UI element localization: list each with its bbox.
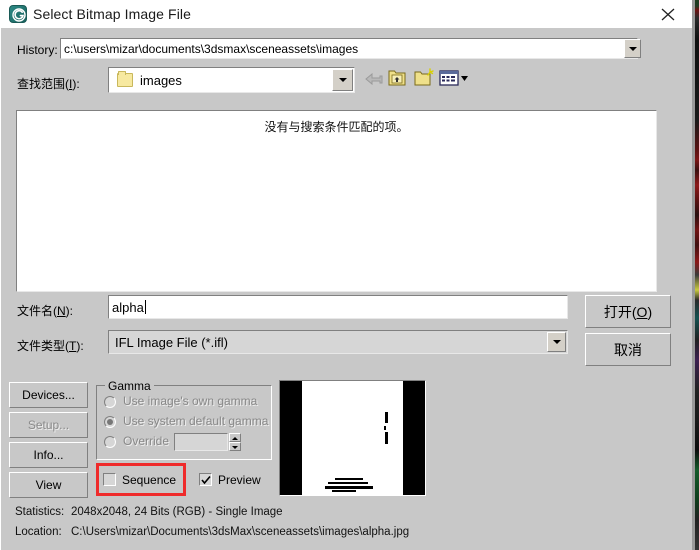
preview-mark: [385, 412, 388, 423]
file-list-view[interactable]: 没有与搜索条件匹配的项。: [16, 110, 657, 292]
history-dropdown-button[interactable]: [624, 39, 641, 58]
preview-mark: [332, 490, 356, 492]
preview-mark: [384, 426, 386, 430]
image-preview-thumbnail: [279, 380, 426, 496]
preview-mark: [328, 482, 368, 484]
background-app-edge: [692, 0, 695, 550]
background-app-sliver: [692, 0, 699, 550]
window-title: Select Bitmap Image File: [33, 6, 192, 22]
lookin-label: 查找范围(I):: [17, 75, 80, 92]
lookin-dropdown-button[interactable]: [332, 69, 353, 91]
gamma-group-title: Gamma: [105, 379, 154, 393]
spinner-up-icon[interactable]: [229, 433, 241, 442]
title-bar: Select Bitmap Image File: [1, 0, 693, 28]
preview-right-black-bar: [403, 381, 425, 495]
sequence-checkbox[interactable]: [103, 473, 116, 486]
history-combobox-value[interactable]: c:\users\mizar\documents\3dsmax\sceneass…: [60, 38, 638, 59]
select-bitmap-image-file-dialog: Select Bitmap Image File History: c:\use…: [0, 0, 693, 550]
3dsmax-app-icon: [9, 5, 27, 23]
filetype-dropdown-button[interactable]: [547, 332, 566, 352]
gamma-label-image-own: Use image's own gamma: [123, 394, 258, 408]
history-label: History:: [17, 43, 58, 57]
views-menu-icon[interactable]: [439, 68, 469, 90]
preview-mark: [335, 478, 363, 480]
cancel-button[interactable]: 取消: [585, 333, 671, 366]
filename-label: 文件名(N):: [17, 302, 73, 319]
setup-button: Setup...: [9, 412, 88, 438]
preview-mark: [385, 432, 388, 444]
location-status: Location: C:\Users\mizar\Documents\3dsMax…: [15, 526, 409, 538]
gamma-radio-system-default[interactable]: [104, 416, 116, 428]
view-button[interactable]: View: [9, 472, 88, 498]
filename-input[interactable]: alpha: [108, 295, 568, 319]
filetype-label: 文件类型(T):: [17, 337, 84, 354]
gamma-radio-override[interactable]: [104, 436, 116, 448]
lookin-label-prefix: 查找范围(: [17, 77, 69, 91]
text-caret: [144, 300, 146, 314]
filetype-combobox[interactable]: IFL Image File (*.ifl): [108, 330, 568, 354]
gamma-override-spinner[interactable]: [229, 433, 241, 451]
gamma-label-override: Override: [123, 434, 170, 448]
preview-left-black-bar: [280, 381, 302, 495]
empty-list-message: 没有与搜索条件匹配的项。: [264, 120, 409, 134]
preview-label: Preview: [218, 473, 261, 487]
gamma-label-system-default: Use system default gamma: [123, 414, 269, 428]
open-button-prefix: 打开(: [603, 303, 637, 320]
lookin-value: images: [140, 72, 182, 88]
close-icon[interactable]: [647, 0, 689, 28]
open-button[interactable]: 打开(O): [585, 295, 671, 328]
location-value: C:\Users\mizar\Documents\3dsMax\sceneass…: [71, 526, 410, 538]
statistics-status: Statistics: 2048x2048, 24 Bits (RGB) - Si…: [15, 506, 283, 518]
new-folder-icon[interactable]: [413, 68, 435, 90]
filename-value: alpha: [112, 299, 144, 315]
info-button[interactable]: Info...: [9, 442, 88, 468]
statistics-value: 2048x2048, 24 Bits (RGB) - Single Image: [71, 506, 283, 518]
filename-label-prefix: 文件名(: [17, 304, 57, 318]
back-arrow-icon[interactable]: [363, 70, 385, 92]
preview-mark: [325, 486, 373, 489]
lookin-combobox[interactable]: images: [108, 67, 355, 93]
filename-label-accel: N: [57, 304, 66, 318]
open-button-suffix: ): [647, 303, 653, 320]
dialog-root: Select Bitmap Image File History: c:\use…: [0, 0, 699, 550]
location-key: Location:: [15, 526, 62, 538]
preview-checkbox[interactable]: [199, 473, 212, 486]
open-button-accel: O: [636, 303, 648, 320]
folder-icon: [117, 71, 133, 87]
up-one-level-icon[interactable]: [387, 68, 409, 90]
lookin-label-suffix: ):: [72, 77, 80, 91]
filetype-label-prefix: 文件类型(: [17, 339, 69, 353]
statistics-key: Statistics:: [15, 506, 65, 518]
gamma-override-input[interactable]: [174, 433, 228, 451]
gamma-radio-image-own[interactable]: [104, 396, 116, 408]
filename-label-suffix: ):: [65, 304, 74, 318]
filetype-label-suffix: ):: [76, 339, 84, 353]
spinner-down-icon[interactable]: [229, 442, 241, 451]
sequence-label: Sequence: [122, 473, 177, 487]
devices-button[interactable]: Devices...: [9, 382, 88, 408]
